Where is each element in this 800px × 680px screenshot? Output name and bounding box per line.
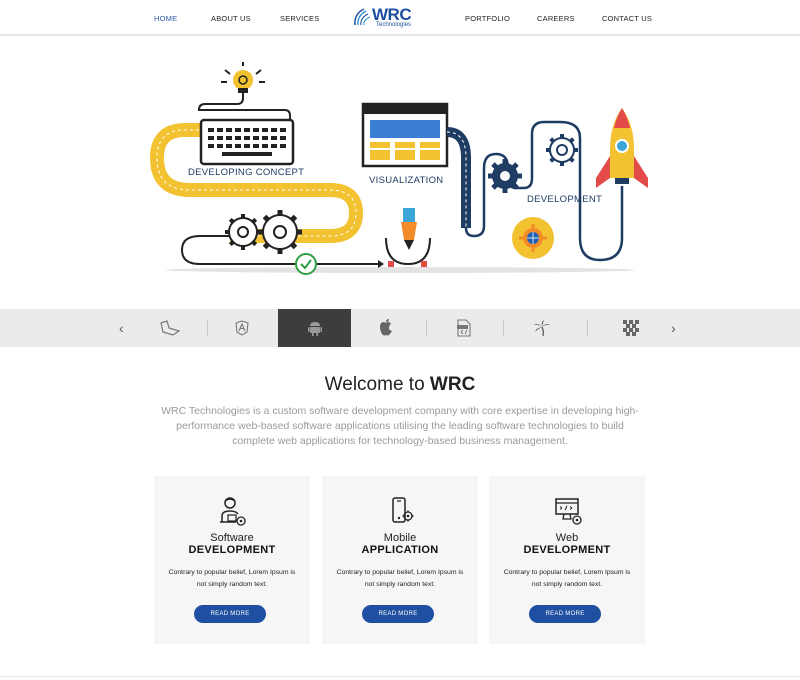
technology-carousel: ‹ › bbox=[0, 309, 800, 347]
card-description: Contrary to popular belief, Lorem Ipsum … bbox=[168, 569, 296, 588]
card-title-line1: Software bbox=[210, 532, 254, 544]
welcome-brand: WRC bbox=[429, 374, 476, 395]
nav-contact-us[interactable]: CONTACT US bbox=[602, 14, 652, 23]
nav-careers[interactable]: CAREERS bbox=[537, 14, 575, 23]
chevron-right-icon[interactable]: › bbox=[671, 320, 676, 336]
angular-icon bbox=[235, 320, 249, 336]
hero-label-development: DEVELOPMENT bbox=[527, 194, 603, 205]
tech-angular[interactable] bbox=[224, 309, 260, 347]
logo-swirl-icon bbox=[354, 8, 371, 26]
welcome-prefix: Welcome to bbox=[324, 374, 430, 395]
tech-separator bbox=[587, 320, 588, 336]
nav-home[interactable]: HOME bbox=[154, 14, 177, 23]
welcome-heading: Welcome to WRC bbox=[0, 374, 800, 396]
hero-label-developing-concept: DEVELOPING CONCEPT bbox=[188, 167, 305, 178]
process-roadmap-illustration bbox=[150, 62, 648, 275]
tech-android[interactable] bbox=[278, 309, 351, 347]
nav-services[interactable]: SERVICES bbox=[280, 14, 319, 23]
nav-portfolio[interactable]: PORTFOLIO bbox=[465, 14, 510, 23]
tech-apple[interactable] bbox=[368, 309, 404, 347]
footer-divider bbox=[0, 676, 800, 680]
card-title-line1: Web bbox=[555, 532, 579, 544]
laravel-icon bbox=[160, 320, 181, 336]
hero-illustration: DEVELOPING CONCEPT VISUALIZATION DEVELOP… bbox=[0, 38, 800, 308]
read-more-button[interactable]: READ MORE bbox=[194, 605, 266, 623]
pixel-icon bbox=[623, 320, 639, 336]
developer-icon bbox=[220, 497, 246, 526]
chevron-left-icon[interactable]: ‹ bbox=[119, 320, 124, 336]
tech-pixel[interactable] bbox=[612, 309, 650, 347]
read-more-button[interactable]: READ MORE bbox=[362, 605, 434, 623]
card-description: Contrary to popular belief, Lorem Ipsum … bbox=[336, 569, 464, 588]
wrc-logo[interactable]: WRC Technologies bbox=[352, 5, 428, 30]
card-title-line1: Mobile bbox=[383, 532, 417, 544]
tech-separator bbox=[426, 320, 427, 336]
card-title-line2: APPLICATION bbox=[361, 544, 439, 556]
mobile-settings-icon bbox=[392, 497, 414, 523]
tech-separator bbox=[503, 320, 504, 336]
card-description: Contrary to popular belief, Lorem Ipsum … bbox=[503, 569, 631, 588]
tech-separator bbox=[207, 320, 208, 336]
read-more-button[interactable]: READ MORE bbox=[529, 605, 601, 623]
apple-icon bbox=[380, 319, 392, 336]
card-title-line2: DEVELOPMENT bbox=[188, 544, 276, 556]
tech-palm[interactable] bbox=[524, 309, 560, 347]
service-card-software: Software DEVELOPMENT Contrary to popular… bbox=[154, 476, 310, 644]
welcome-intro-text: WRC Technologies is a custom software de… bbox=[161, 405, 639, 447]
palm-icon bbox=[534, 320, 550, 337]
php-icon bbox=[457, 319, 471, 337]
service-card-web: Web DEVELOPMENT Contrary to popular beli… bbox=[489, 476, 645, 644]
top-navigation: HOME ABOUT US SERVICES WRC Technologies … bbox=[0, 0, 800, 36]
tech-php[interactable] bbox=[446, 309, 482, 347]
nav-about-us[interactable]: ABOUT US bbox=[211, 14, 251, 23]
hero-label-visualization: VISUALIZATION bbox=[369, 175, 444, 186]
web-code-icon bbox=[555, 498, 582, 525]
service-card-mobile: Mobile APPLICATION Contrary to popular b… bbox=[322, 476, 478, 644]
android-icon bbox=[307, 322, 322, 336]
card-title-line2: DEVELOPMENT bbox=[523, 544, 611, 556]
logo-subtitle: Technologies bbox=[376, 22, 412, 28]
tech-laravel[interactable] bbox=[150, 309, 190, 347]
